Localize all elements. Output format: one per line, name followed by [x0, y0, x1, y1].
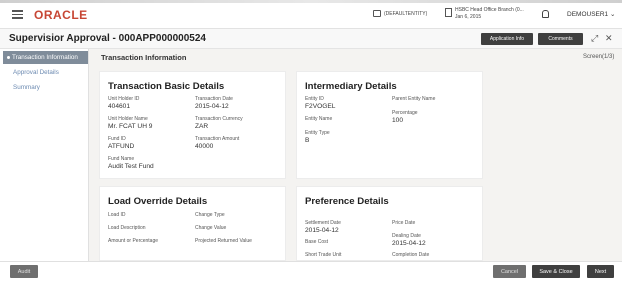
completion-date-label: Completion Date	[392, 252, 430, 258]
bell-icon[interactable]	[542, 10, 549, 18]
fund-id-label: Fund ID	[108, 136, 126, 142]
dealing-date-label: Dealing Date	[392, 233, 421, 239]
building-icon	[373, 10, 381, 17]
active-dot-icon	[7, 56, 10, 59]
user-menu[interactable]: DEMOUSER1 ⌄	[567, 10, 615, 18]
card-title: Intermediary Details	[305, 81, 397, 92]
unit-holder-name-label: Unit Holder Name	[108, 116, 148, 122]
sidebar: Transaction Information Approval Details…	[0, 49, 89, 261]
sidebar-item-transaction-information[interactable]: Transaction Information	[3, 51, 88, 64]
load-description-label: Load Description	[108, 225, 146, 231]
entity-id-value: F2VOGEL	[305, 103, 336, 110]
fund-name-value: Audit Test Fund	[108, 163, 154, 170]
top-header: ORACLE (DEFAULTENTITY) HSBC Head Office …	[0, 0, 622, 29]
entity-selector[interactable]: (DEFAULTENTITY)	[373, 10, 427, 17]
expand-icon[interactable]: ⤢	[591, 34, 598, 43]
unit-holder-id-value: 404601	[108, 103, 131, 110]
sidebar-item-label: Summary	[13, 84, 40, 91]
save-close-button[interactable]: Save & Close	[532, 265, 580, 278]
cancel-button[interactable]: Cancel	[493, 265, 526, 278]
sidebar-item-label: Transaction Information	[12, 54, 78, 61]
settlement-date-label: Settlement Date	[305, 220, 341, 226]
footer-bar: Audit Cancel Save & Close Next	[0, 261, 622, 284]
comments-button[interactable]: Comments	[538, 33, 583, 45]
entity-type-label: Entity Type	[305, 130, 330, 136]
branch-name: HSBC Head Office Branch (0...	[455, 7, 524, 13]
card-title: Transaction Basic Details	[108, 81, 225, 92]
unit-holder-name-value: Mr. FCAT UH 9	[108, 123, 153, 130]
transaction-currency-value: ZAR	[195, 123, 209, 130]
percentage-label: Percentage	[392, 110, 418, 116]
transaction-basic-details-card: Transaction Basic Details Unit Holder ID…	[99, 71, 286, 179]
price-date-label: Price Date	[392, 220, 416, 226]
settlement-date-value: 2015-04-12	[305, 227, 339, 234]
branch-date: Jan 6, 2015	[455, 14, 482, 20]
percentage-value: 100	[392, 117, 404, 124]
title-bar: Supervisior Approval - 000APP000000524 A…	[0, 29, 622, 49]
transaction-amount-value: 40000	[195, 143, 214, 150]
fund-id-value: ATFUND	[108, 143, 135, 150]
transaction-date-value: 2015-04-12	[195, 103, 229, 110]
card-title: Load Override Details	[108, 196, 208, 207]
branch-icon	[445, 8, 452, 17]
sidebar-item-summary[interactable]: Summary	[3, 81, 88, 94]
application-info-button[interactable]: Application Info	[481, 33, 533, 45]
load-override-details-card: Load Override Details Load ID Change Typ…	[99, 186, 286, 261]
short-trade-unit-label: Short Trade Unit	[305, 252, 342, 258]
entity-id-label: Entity ID	[305, 96, 324, 102]
header-stripe	[0, 0, 622, 3]
entity-name-label: Entity Name	[305, 116, 333, 122]
preference-details-card: Preference Details Settlement Date 2015-…	[296, 186, 483, 261]
oracle-logo: ORACLE	[34, 8, 88, 22]
sidebar-item-approval-details[interactable]: Approval Details	[3, 66, 88, 79]
transaction-amount-label: Transaction Amount	[195, 136, 240, 142]
close-icon[interactable]: ✕	[605, 34, 613, 43]
sidebar-item-label: Approval Details	[13, 69, 59, 76]
load-id-label: Load ID	[108, 212, 126, 218]
card-title: Preference Details	[305, 196, 389, 207]
transaction-date-label: Transaction Date	[195, 96, 233, 102]
parent-entity-name-label: Parent Entity Name	[392, 96, 436, 102]
change-type-label: Change Type	[195, 212, 225, 218]
branch-selector[interactable]: HSBC Head Office Branch (0... Jan 6, 201…	[445, 7, 524, 21]
unit-holder-id-label: Unit Holder ID	[108, 96, 140, 102]
entity-type-value: B	[305, 137, 310, 144]
fund-name-label: Fund Name	[108, 156, 135, 162]
entity-label: (DEFAULTENTITY)	[384, 10, 428, 17]
audit-button[interactable]: Audit	[10, 265, 38, 278]
next-button[interactable]: Next	[587, 265, 614, 278]
section-title: Transaction Information	[101, 53, 187, 62]
change-value-label: Change Value	[195, 225, 227, 231]
transaction-currency-label: Transaction Currency	[195, 116, 243, 122]
page-title: Supervisior Approval - 000APP000000524	[9, 33, 206, 44]
hamburger-menu-icon[interactable]	[12, 10, 23, 19]
projected-returned-value-label: Projected Returned Value	[195, 238, 252, 244]
screen-indicator: Screen(1/3)	[583, 54, 615, 60]
base-cost-label: Base Cost	[305, 239, 329, 245]
intermediary-details-card: Intermediary Details Entity ID F2VOGEL P…	[296, 71, 483, 179]
dealing-date-value: 2015-04-12	[392, 240, 426, 247]
amount-or-percentage-label: Amount or Percentage	[108, 238, 159, 244]
